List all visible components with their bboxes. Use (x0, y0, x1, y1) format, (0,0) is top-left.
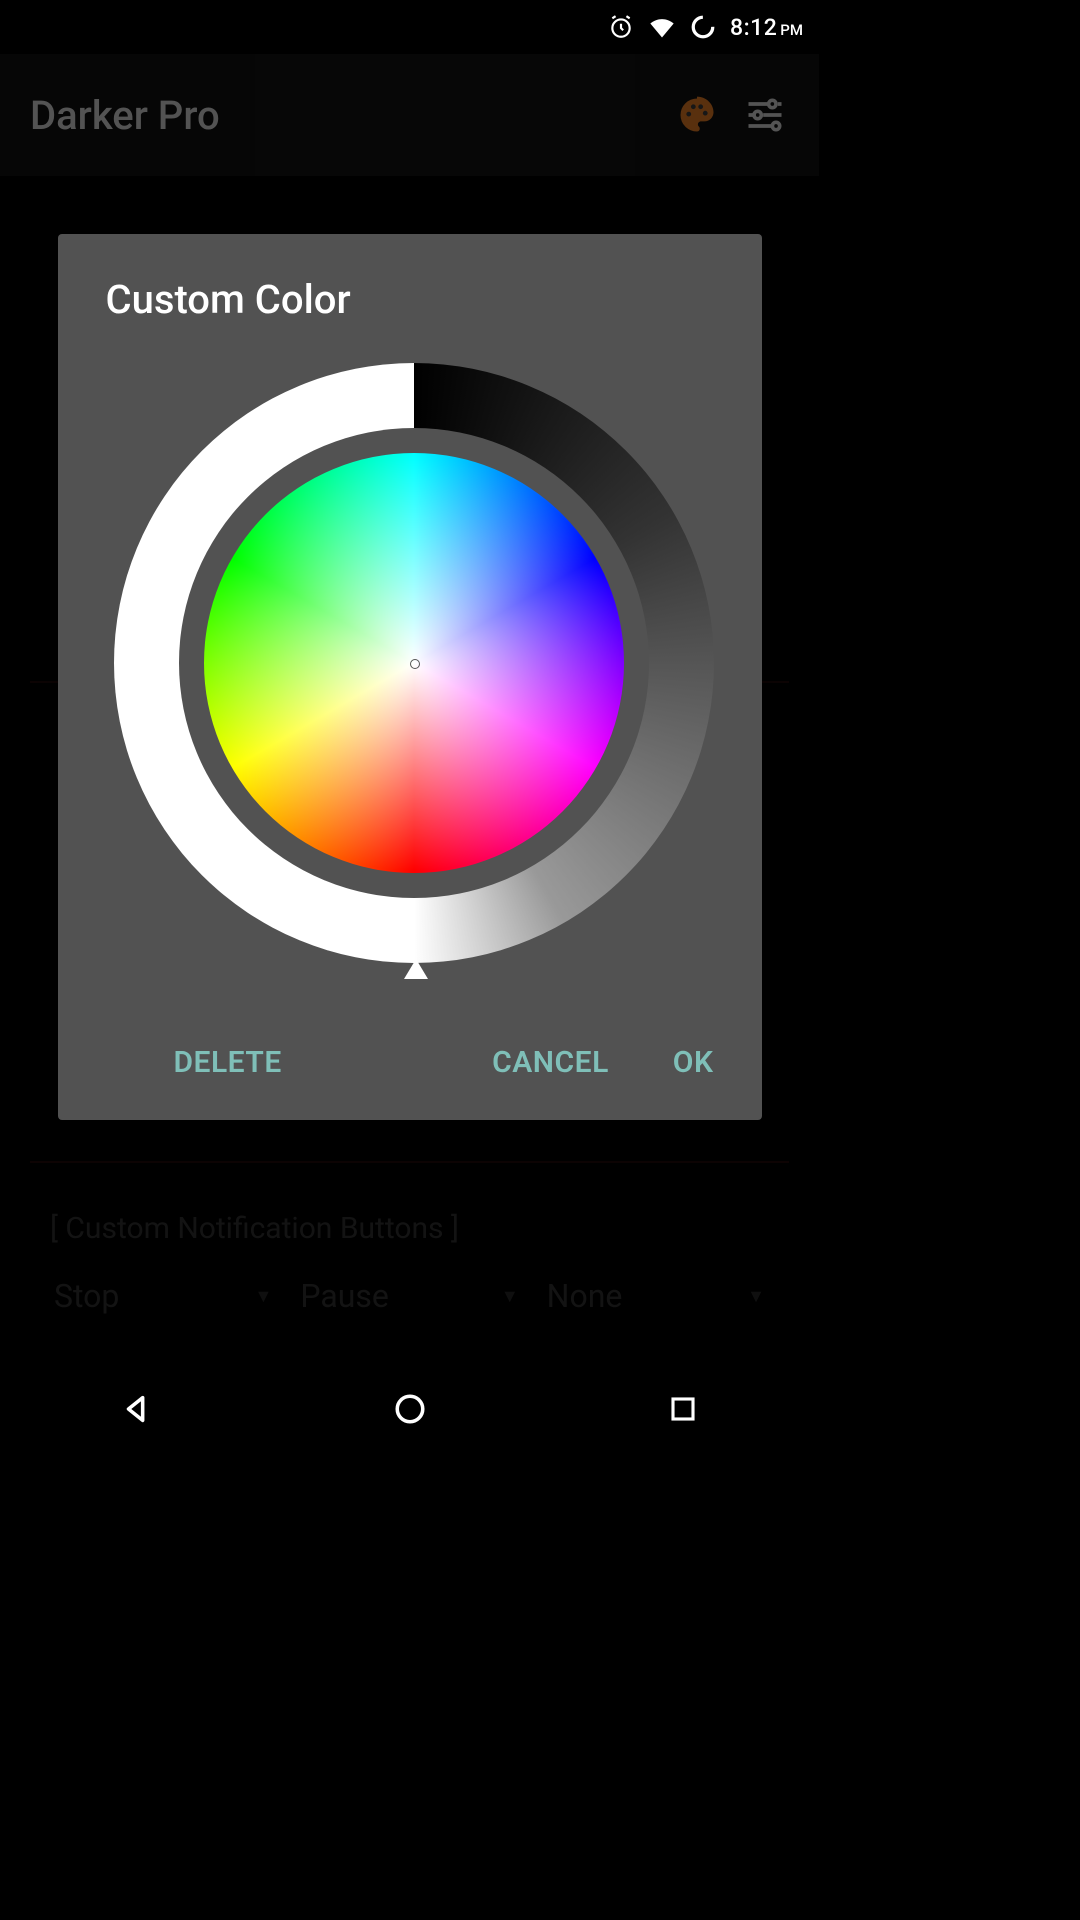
color-picker[interactable] (114, 363, 714, 983)
dialog-title: Custom Color (106, 276, 722, 323)
app-bar: Darker Pro (0, 54, 819, 176)
ok-button[interactable]: OK (665, 1033, 722, 1092)
back-button[interactable] (107, 1379, 167, 1439)
status-bar: 8:12PM (0, 0, 819, 54)
sliders-icon[interactable] (741, 91, 789, 139)
wifi-icon (648, 13, 676, 41)
loading-ring-icon (690, 14, 716, 40)
cancel-button[interactable]: CANCEL (484, 1033, 617, 1092)
dialog-actions: DELETE CANCEL OK (106, 1033, 722, 1092)
content-area: [ Custom Notification Buttons ] Stop ▼ P… (0, 176, 819, 1361)
value-ring-pointer[interactable] (413, 898, 415, 960)
navigation-bar (0, 1361, 819, 1456)
delete-button[interactable]: DELETE (166, 1033, 290, 1092)
recent-apps-button[interactable] (653, 1379, 713, 1439)
app-title: Darker Pro (30, 92, 653, 139)
alarm-icon (608, 14, 634, 40)
color-selection-marker[interactable] (410, 659, 420, 669)
value-ring-handle-icon[interactable] (404, 959, 428, 979)
home-button[interactable] (380, 1379, 440, 1439)
palette-icon[interactable] (673, 91, 721, 139)
status-time: 8:12PM (730, 14, 803, 41)
dialog-scrim[interactable]: Custom Color DELETE CANCEL OK (0, 176, 819, 1361)
custom-color-dialog: Custom Color DELETE CANCEL OK (58, 234, 762, 1120)
